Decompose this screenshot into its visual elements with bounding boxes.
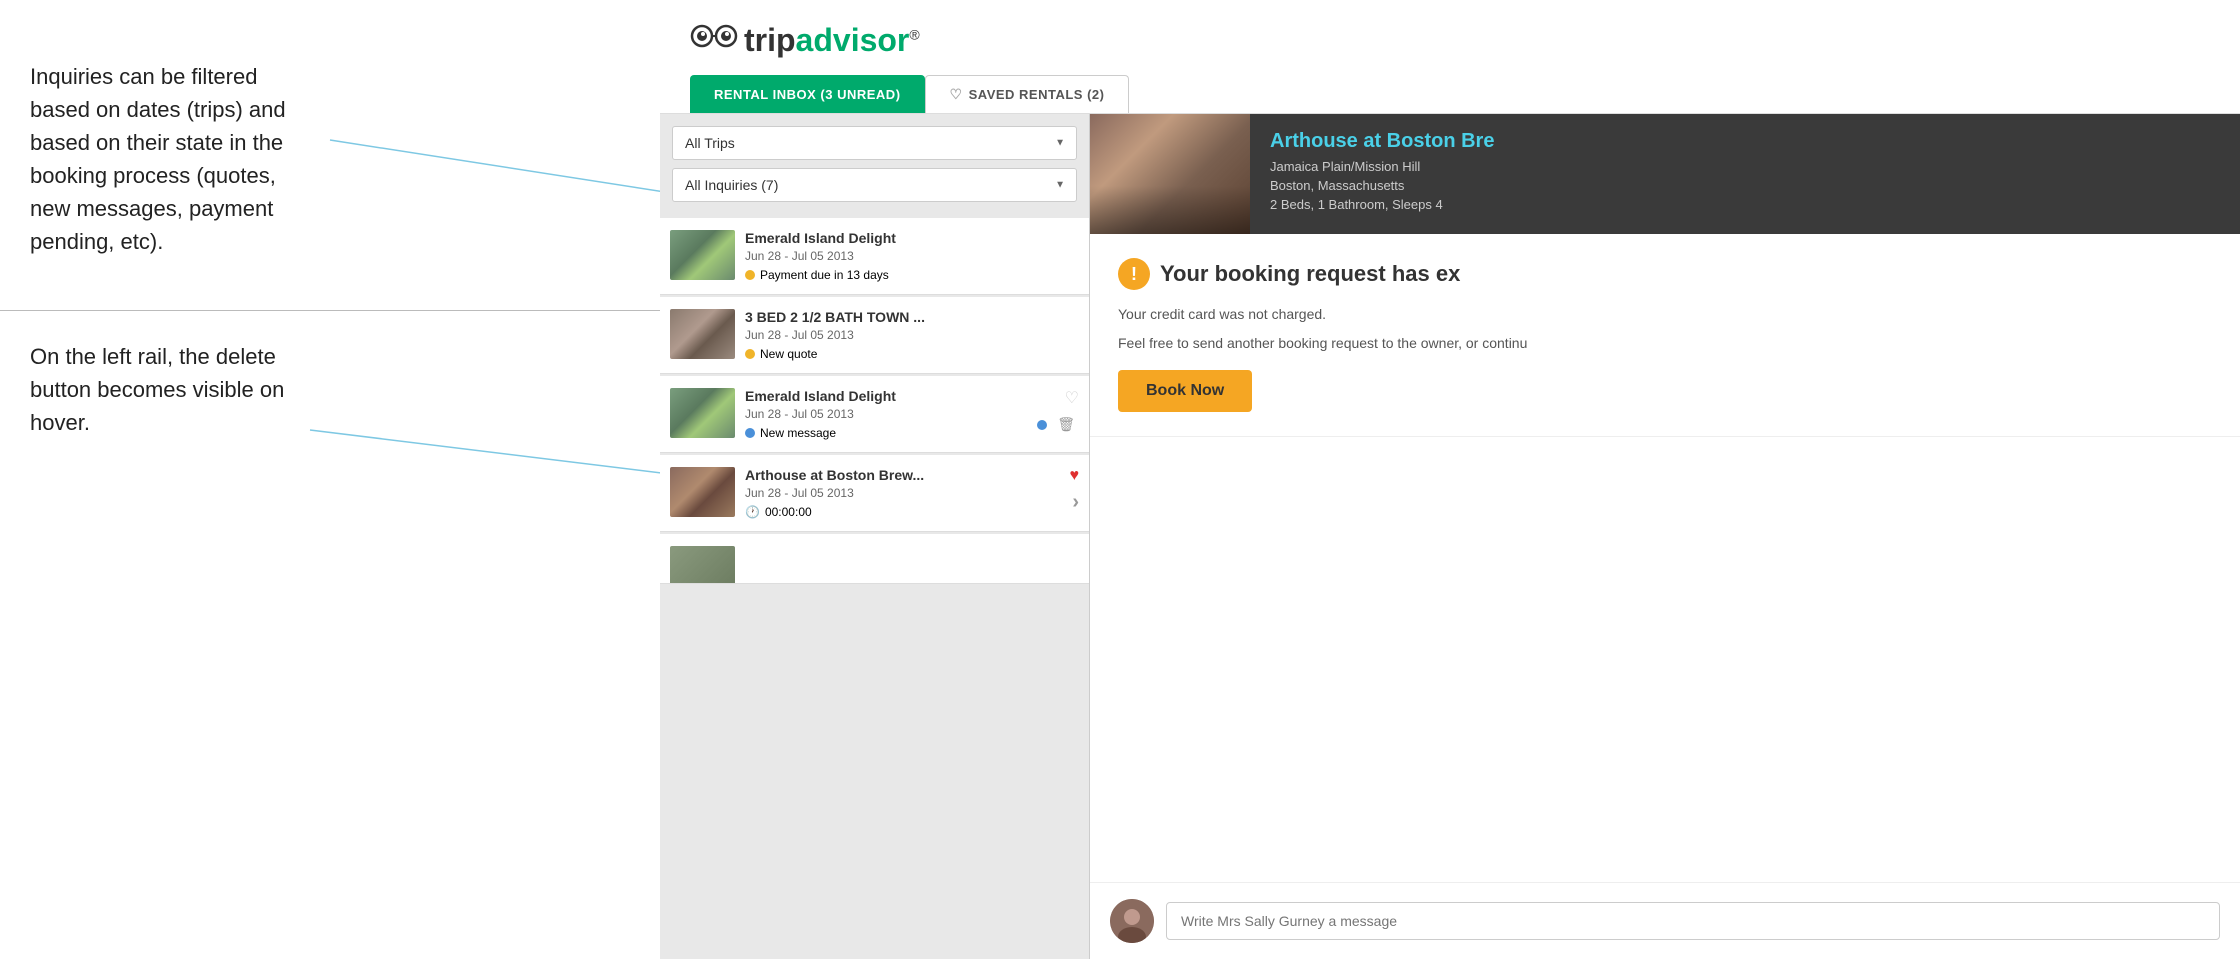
warning-text-1: Your credit card was not charged. [1118,304,2212,325]
ta-detail-panel: Arthouse at Boston Bre Jamaica Plain/Mis… [1090,114,2240,959]
inquiry-thumb-1 [670,230,735,280]
inquiry-status-text-3: New message [760,426,836,440]
inquiry-dates-1: Jun 28 - Jul 05 2013 [745,249,1079,263]
warning-icon: ! [1118,258,1150,290]
detail-property-location1: Jamaica Plain/Mission Hill [1270,159,2220,174]
chevron-right-4[interactable]: › [1072,491,1079,514]
inquiry-info-4: Arthouse at Boston Brew... Jun 28 - Jul … [745,467,1062,519]
annotation-block-2: On the left rail, the delete button beco… [30,340,310,439]
ta-tabs: RENTAL INBOX (3 UNREAD) ♡ SAVED RENTALS … [690,75,2210,113]
detail-property-info: Arthouse at Boston Bre Jamaica Plain/Mis… [1250,114,2240,234]
unread-dot-3 [1037,420,1047,430]
trips-filter-row: All Trips All Inquiries (7) [660,114,1089,202]
inquiry-title-4: Arthouse at Boston Brew... [745,467,1062,483]
inquiry-info-2: 3 BED 2 1/2 BATH TOWN ... Jun 28 - Jul 0… [745,309,1079,361]
inquiry-title-2: 3 BED 2 1/2 BATH TOWN ... [745,309,1079,325]
ta-logo-text: tripadvisor® [744,22,920,59]
inquiry-dates-3: Jun 28 - Jul 05 2013 [745,407,1029,421]
annotation-text-1: Inquiries can be filtered based on dates… [30,60,310,258]
message-avatar [1110,899,1154,943]
book-now-button[interactable]: Book Now [1118,370,1252,412]
detail-warning: ! Your booking request has ex Your credi… [1090,234,2240,437]
status-dot-1 [745,270,755,280]
ta-logo: tripadvisor® [690,20,2210,60]
ta-header: tripadvisor® RENTAL INBOX (3 UNREAD) ♡ S… [660,0,2240,114]
annotation-block-1: Inquiries can be filtered based on dates… [30,60,310,258]
ta-logo-owl [690,20,738,60]
inquiry-item-1[interactable]: Emerald Island Delight Jun 28 - Jul 05 2… [660,218,1089,295]
inquiry-status-4: 🕐 00:00:00 [745,505,1062,519]
ta-list-panel: All Trips All Inquiries (7) Emerald Isla… [660,114,1090,959]
trips-filter-wrapper: All Trips [672,126,1077,160]
inquiry-status-text-4: 00:00:00 [765,505,812,519]
inquiry-status-1: Payment due in 13 days [745,268,1079,282]
detail-property-thumb-image [1090,114,1250,234]
tab-saved-rentals-label: SAVED RENTALS (2) [969,87,1105,102]
inquiry-status-text-2: New quote [760,347,817,361]
inquiry-actions-3: 🗑 [1037,414,1079,435]
status-dot-2 [745,349,755,359]
detail-message-area [1090,882,2240,959]
main-ui: tripadvisor® RENTAL INBOX (3 UNREAD) ♡ S… [660,0,2240,960]
tab-saved-rentals[interactable]: ♡ SAVED RENTALS (2) [925,75,1130,113]
clock-icon-4: 🕐 [745,505,760,519]
ta-body: All Trips All Inquiries (7) Emerald Isla… [660,114,2240,959]
message-input[interactable] [1166,902,2220,940]
inquiry-thumb-3 [670,388,735,438]
inquiry-list: Emerald Island Delight Jun 28 - Jul 05 2… [660,210,1089,594]
warning-title-text: Your booking request has ex [1160,261,1460,287]
inquiries-filter-select[interactable]: All Inquiries (7) [672,168,1077,202]
warning-title: ! Your booking request has ex [1118,258,2212,290]
inquiry-status-3: New message [745,426,1029,440]
annotation-separator [0,310,660,311]
status-dot-3 [745,428,755,438]
tab-rental-inbox[interactable]: RENTAL INBOX (3 UNREAD) [690,75,925,113]
inquiry-info-3: Emerald Island Delight Jun 28 - Jul 05 2… [745,388,1029,440]
annotation-area: Inquiries can be filtered based on dates… [0,0,660,960]
inquiry-info-1: Emerald Island Delight Jun 28 - Jul 05 2… [745,230,1079,282]
inquiry-thumb-2 [670,309,735,359]
warning-text-2: Feel free to send another booking reques… [1118,333,2212,354]
inquiry-item-4[interactable]: Arthouse at Boston Brew... Jun 28 - Jul … [660,455,1089,532]
trips-filter-select[interactable]: All Trips [672,126,1077,160]
inquiry-item-5[interactable] [660,534,1089,584]
inquiry-item-right-4: ♥ › [1070,467,1080,514]
inquiries-filter-wrapper: All Inquiries (7) [672,168,1077,202]
inquiry-item-3[interactable]: Emerald Island Delight Jun 28 - Jul 05 2… [660,376,1089,453]
heart-button-4[interactable]: ♥ [1070,467,1080,485]
detail-property-thumb [1090,114,1250,234]
inquiry-dates-2: Jun 28 - Jul 05 2013 [745,328,1079,342]
inquiry-title-3: Emerald Island Delight [745,388,1029,404]
detail-property-location2: Boston, Massachusetts [1270,178,2220,193]
inquiry-thumb-4 [670,467,735,517]
heart-button-3[interactable]: ♡ [1065,388,1079,408]
inquiry-title-1: Emerald Island Delight [745,230,1079,246]
inquiry-thumb-5 [670,546,735,584]
delete-button-3[interactable]: 🗑 [1053,414,1079,435]
annotation-text-2: On the left rail, the delete button beco… [30,340,310,439]
inquiry-item-right-3: ♡ 🗑 [1037,388,1079,435]
heart-icon-tab: ♡ [950,86,963,103]
inquiry-dates-4: Jun 28 - Jul 05 2013 [745,486,1062,500]
inquiry-item-2[interactable]: 3 BED 2 1/2 BATH TOWN ... Jun 28 - Jul 0… [660,297,1089,374]
detail-header: Arthouse at Boston Bre Jamaica Plain/Mis… [1090,114,2240,234]
inquiry-status-2: New quote [745,347,1079,361]
detail-property-specs: 2 Beds, 1 Bathroom, Sleeps 4 [1270,197,2220,212]
detail-property-name: Arthouse at Boston Bre [1270,130,2220,153]
inquiry-status-text-1: Payment due in 13 days [760,268,889,282]
